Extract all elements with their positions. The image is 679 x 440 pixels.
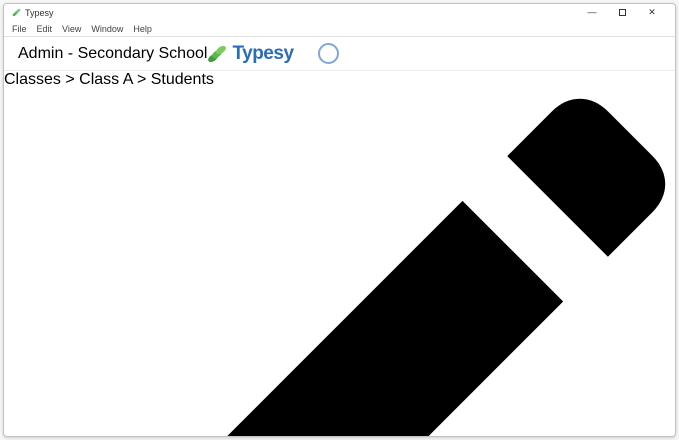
titlebar: Typesy — ✕ [4, 4, 675, 21]
pencil-icon [4, 89, 675, 437]
menubar: File Edit View Window Help [4, 21, 675, 37]
typesy-logo-text: Typesy [232, 43, 293, 65]
app-header: Admin - Secondary School Typesy [4, 37, 675, 71]
typesy-logo: Typesy [207, 43, 293, 65]
school-seal-badge [318, 43, 339, 64]
typesy-logo-icon [207, 44, 227, 64]
menu-item[interactable]: File [12, 24, 27, 34]
minimize-button[interactable]: — [577, 5, 607, 20]
typesy-logo-icon [12, 8, 21, 17]
close-button[interactable]: ✕ [637, 5, 667, 20]
page-title: Admin - Secondary School [18, 45, 207, 63]
menu-item[interactable]: Help [133, 24, 152, 34]
menu-item[interactable]: Edit [37, 24, 53, 34]
menu-item[interactable]: Window [91, 24, 123, 34]
window-title: Typesy [25, 8, 54, 18]
titlebar-title: Typesy [12, 8, 54, 18]
edit-class-button[interactable] [4, 89, 675, 437]
breadcrumb-bar: Classes > Class A > Students [4, 71, 675, 437]
breadcrumb: Classes > Class A > Students [4, 71, 214, 88]
menu-item[interactable]: View [62, 24, 81, 34]
maximize-button[interactable] [607, 5, 637, 20]
app-window: Typesy — ✕ File Edit View Window Help Ad… [3, 3, 676, 437]
maximize-icon [619, 9, 626, 16]
